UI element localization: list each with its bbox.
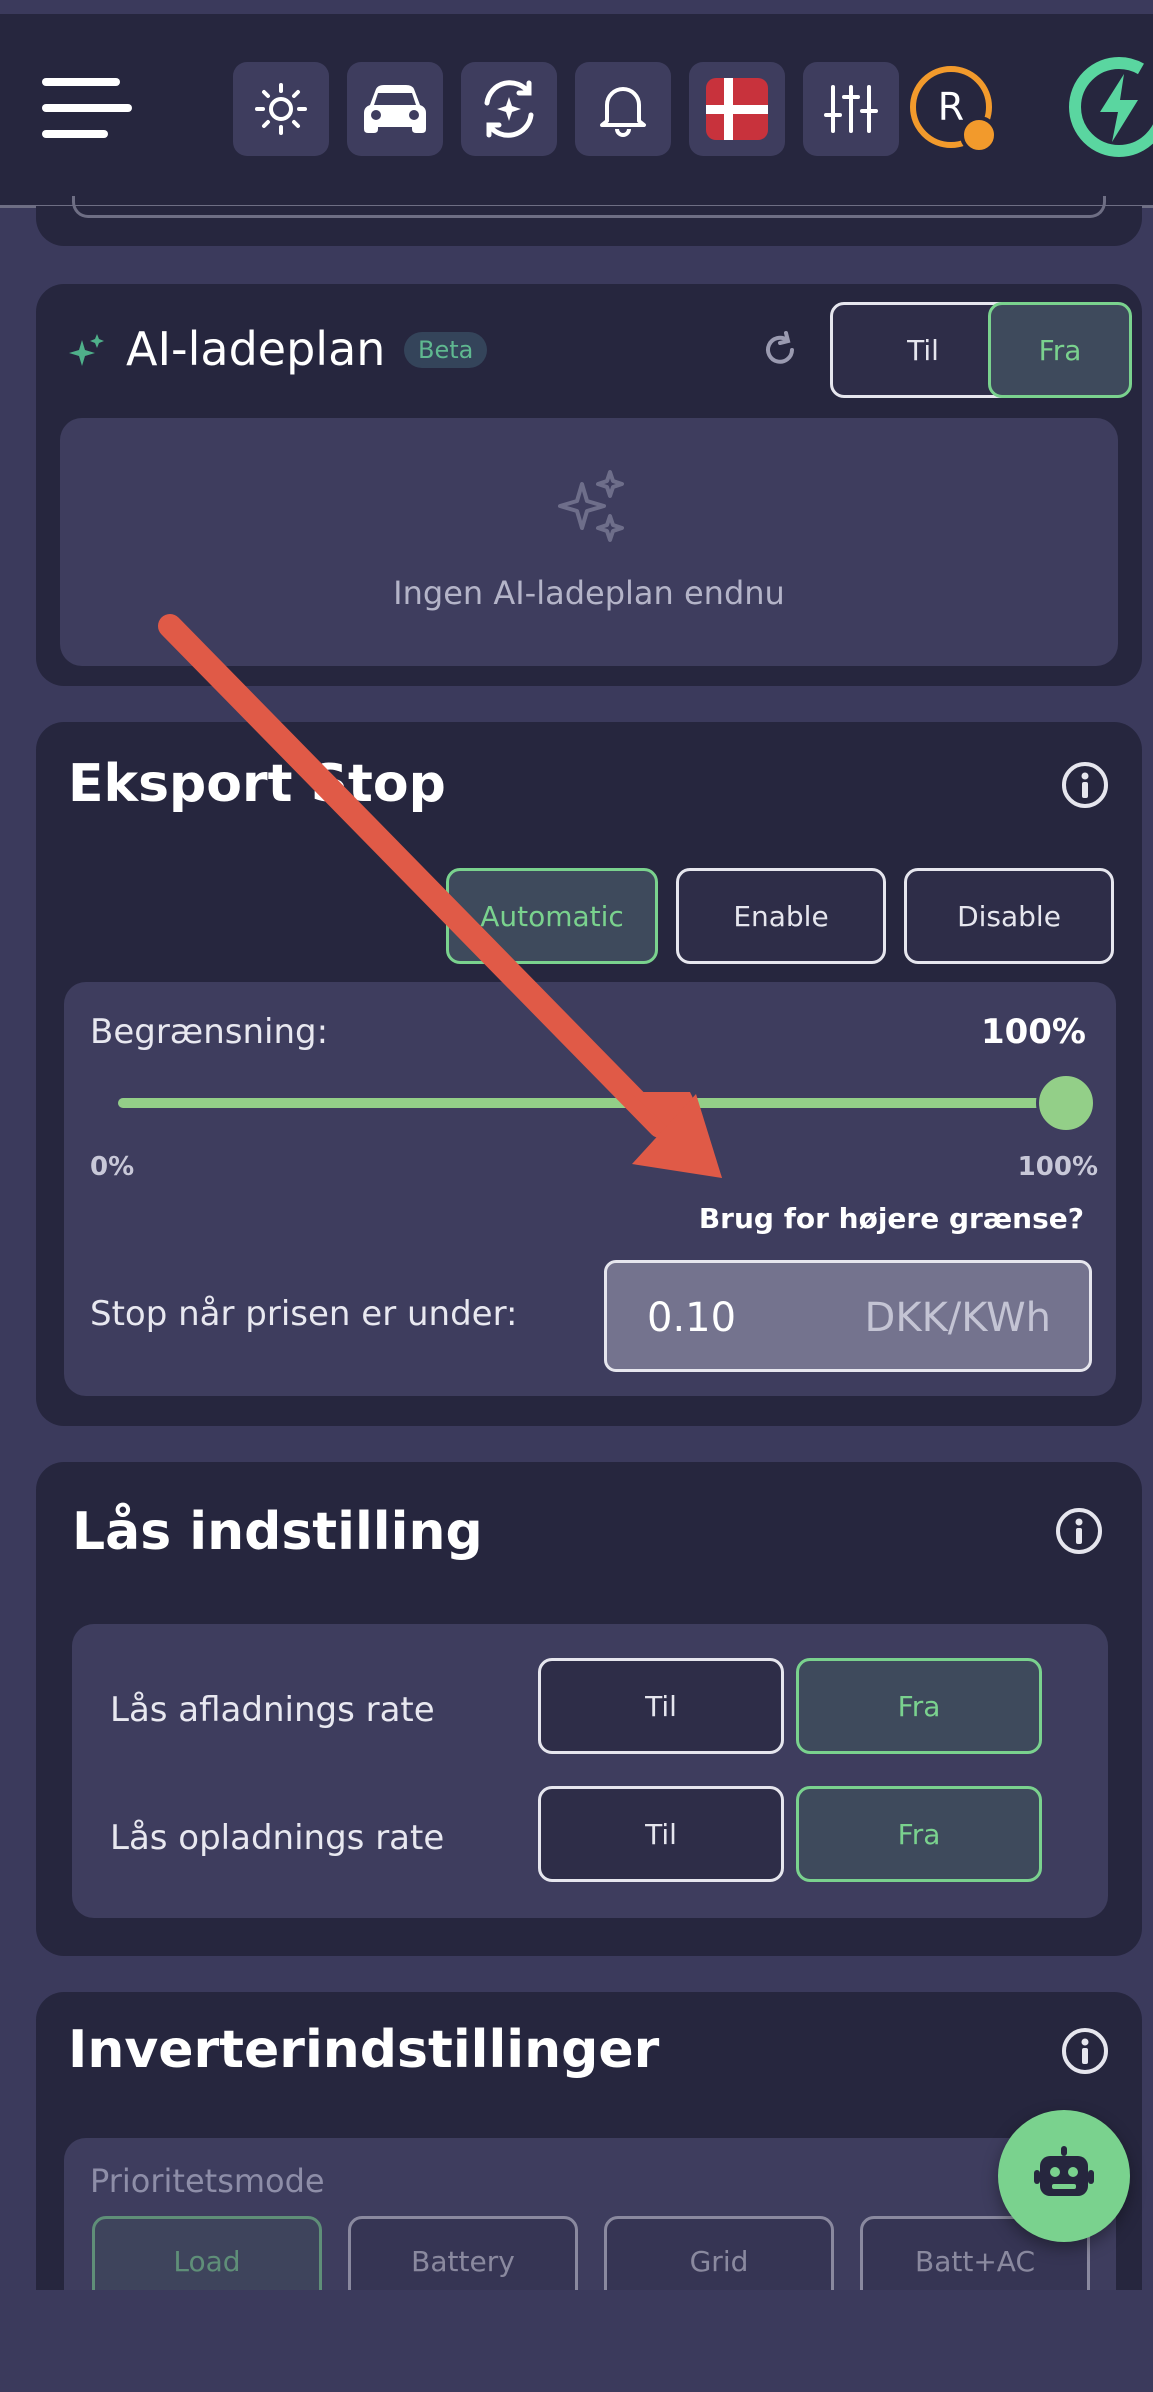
annotation-arrow — [158, 614, 722, 1178]
